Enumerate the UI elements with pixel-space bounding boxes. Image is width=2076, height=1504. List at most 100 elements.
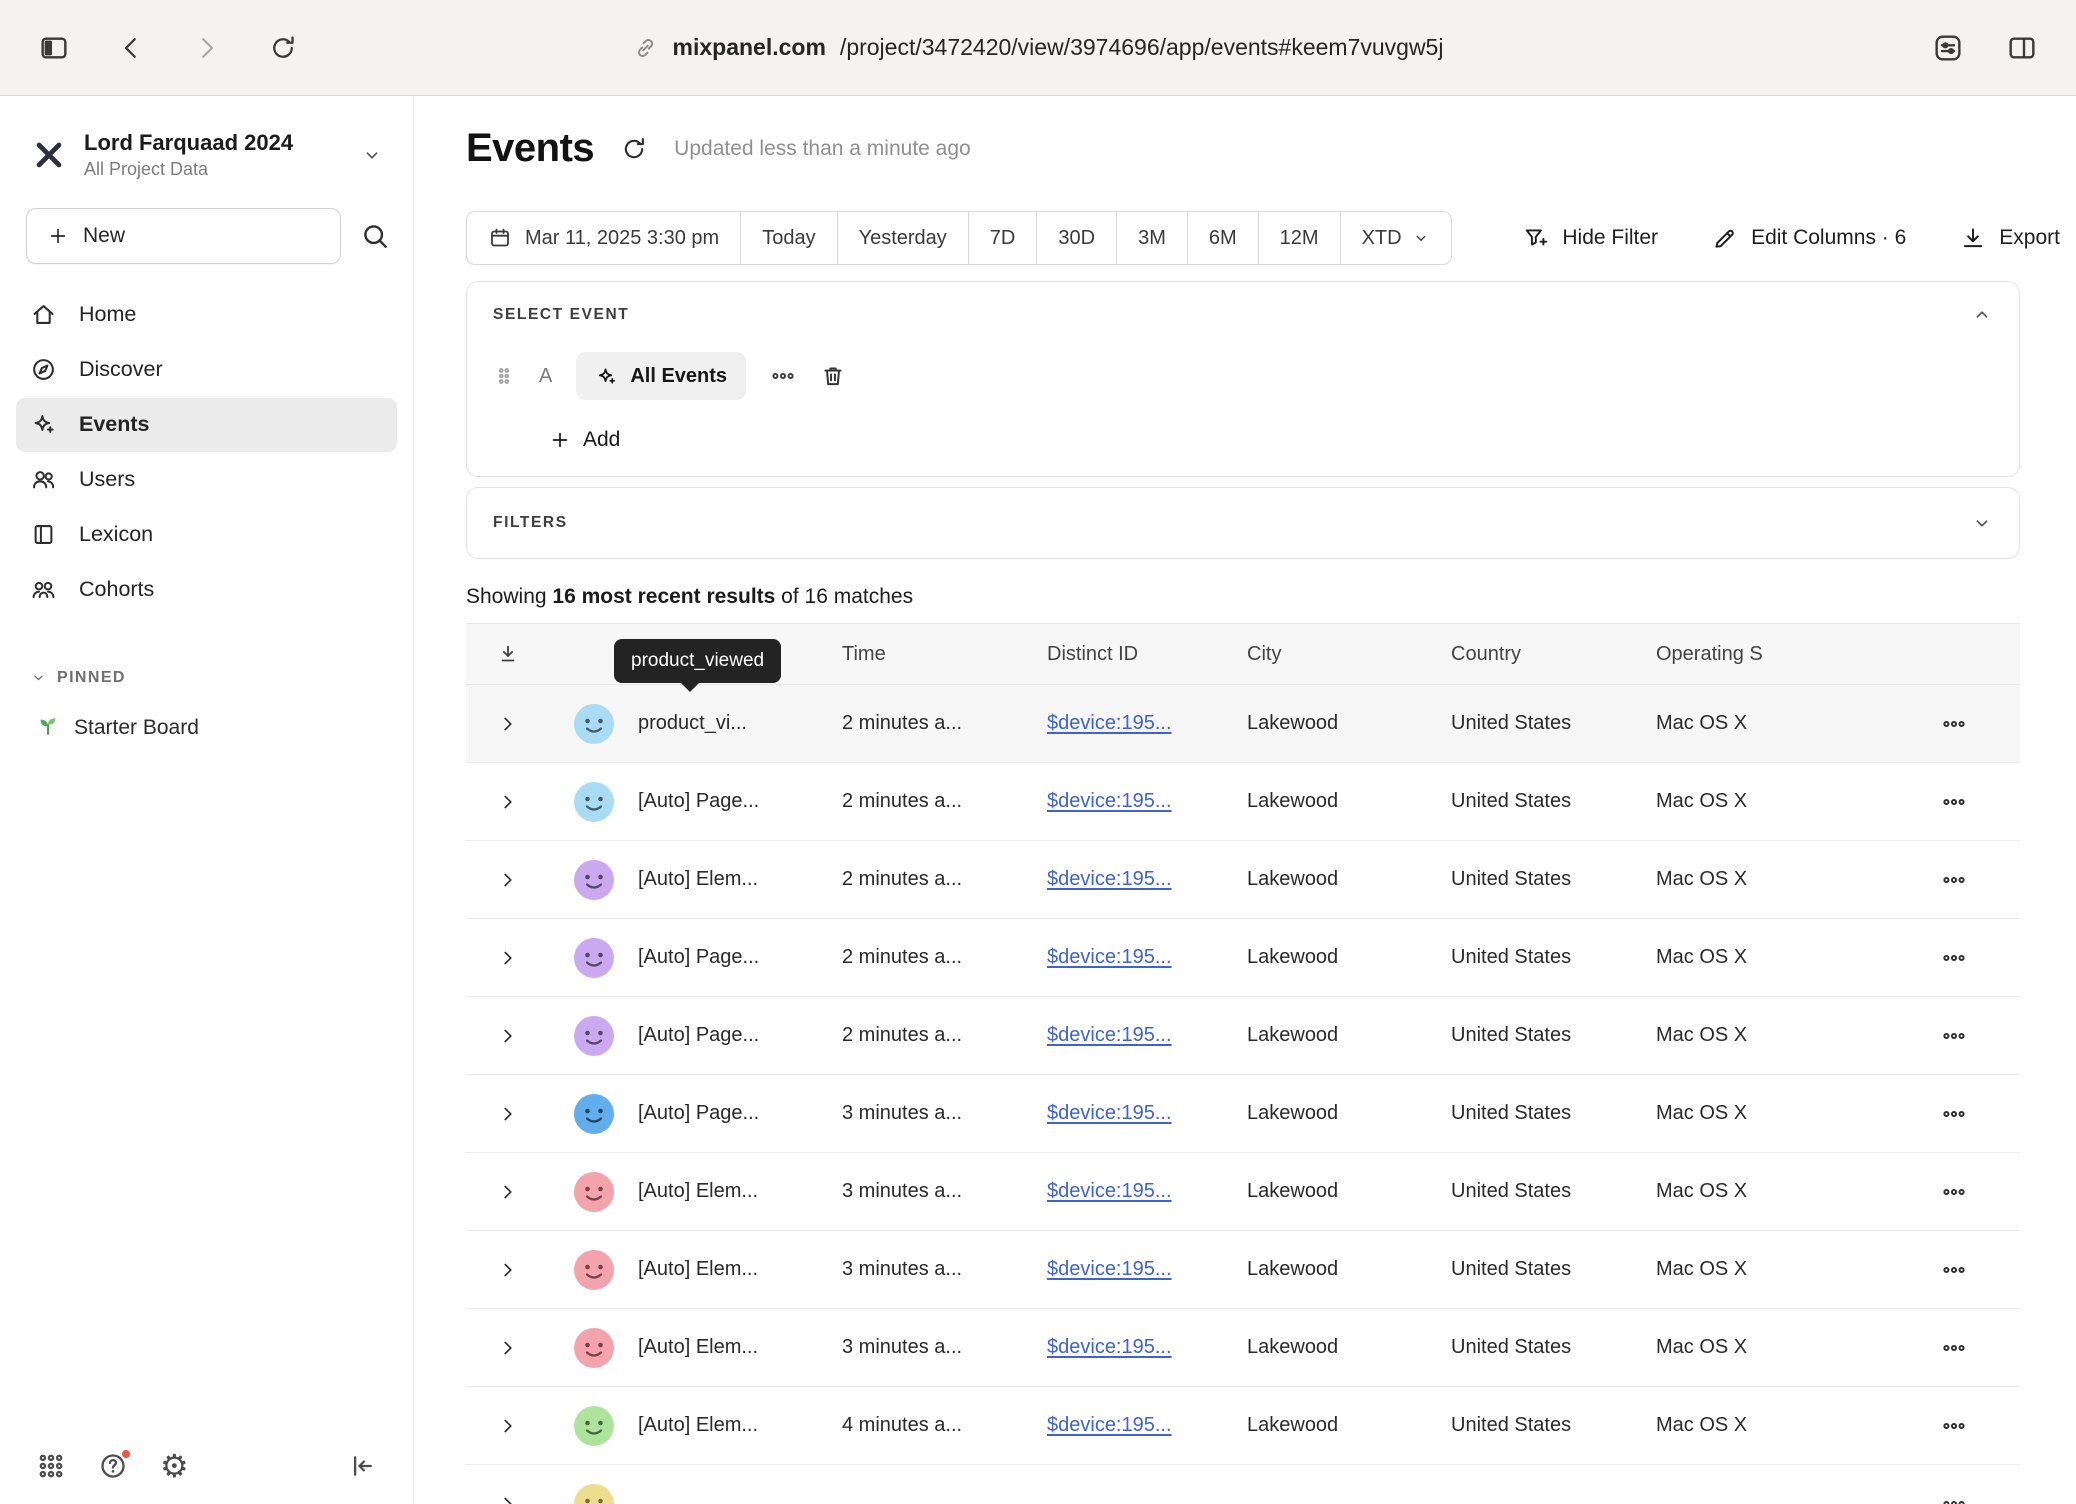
row-actions-icon[interactable] xyxy=(1888,1101,2020,1127)
filters-card[interactable]: FILTERS xyxy=(466,487,2020,559)
row-actions-icon[interactable] xyxy=(1888,1413,2020,1439)
country-cell: United States xyxy=(1451,868,1656,891)
distinct-id-link[interactable]: $device:195... xyxy=(1047,1024,1247,1047)
browser-sidebar-icon[interactable] xyxy=(38,32,70,64)
edit-columns-button[interactable]: Edit Columns · 6 xyxy=(1712,225,1906,251)
row-expander-icon[interactable] xyxy=(466,1415,550,1437)
page-settings-icon[interactable] xyxy=(1932,32,1964,64)
split-view-icon[interactable] xyxy=(2006,32,2038,64)
table-row[interactable] xyxy=(466,1465,2020,1504)
table-row[interactable]: [Auto] Elem... 3 minutes a... $device:19… xyxy=(466,1153,2020,1231)
new-button[interactable]: New xyxy=(26,208,341,264)
select-event-card: SELECT EVENT A All Events xyxy=(466,281,2020,477)
address-bar[interactable]: mixpanel.com/project/3472420/view/397469… xyxy=(633,34,1444,61)
event-name-cell: [Auto] Page... xyxy=(638,1024,842,1047)
sidebar-item-home[interactable]: Home xyxy=(16,288,397,342)
distinct-id-link[interactable]: $device:195... xyxy=(1047,712,1247,735)
distinct-id-link[interactable]: $device:195... xyxy=(1047,1102,1247,1125)
range-7d[interactable]: 7D xyxy=(968,211,1038,265)
hide-filter-button[interactable]: Hide Filter xyxy=(1523,225,1658,251)
add-event-button[interactable]: Add xyxy=(549,428,1993,452)
sidebar-item-lexicon[interactable]: Lexicon xyxy=(16,508,397,562)
row-expander-icon[interactable] xyxy=(466,1025,550,1047)
chevron-down-icon xyxy=(30,669,47,686)
pinned-item-starter-board[interactable]: Starter Board xyxy=(36,713,413,743)
row-expander-icon[interactable] xyxy=(466,1259,550,1281)
row-actions-icon[interactable] xyxy=(1888,945,2020,971)
reload-icon[interactable] xyxy=(268,33,298,63)
table-row[interactable]: [Auto] Page... 2 minutes a... $device:19… xyxy=(466,919,2020,997)
table-row[interactable]: [Auto] Elem... 3 minutes a... $device:19… xyxy=(466,1231,2020,1309)
export-button[interactable]: Export xyxy=(1960,225,2060,251)
table-row[interactable]: [Auto] Elem... 2 minutes a... $device:19… xyxy=(466,841,2020,919)
distinct-id-link[interactable]: $device:195... xyxy=(1047,1258,1247,1281)
help-icon[interactable] xyxy=(98,1451,128,1481)
distinct-id-link[interactable]: $device:195... xyxy=(1047,1336,1247,1359)
workspace-switcher[interactable]: Lord Farquaad 2024 All Project Data xyxy=(0,96,413,180)
collapse-sidebar-icon[interactable] xyxy=(347,1451,377,1481)
back-icon[interactable] xyxy=(116,33,146,63)
row-expander-icon[interactable] xyxy=(466,947,550,969)
new-button-label: New xyxy=(83,224,125,248)
distinct-id-link[interactable]: $device:195... xyxy=(1047,790,1247,813)
browser-toolbar: mixpanel.com/project/3472420/view/397469… xyxy=(0,0,2076,96)
row-expander-icon[interactable] xyxy=(466,1181,550,1203)
apps-grid-icon[interactable] xyxy=(36,1451,66,1481)
refresh-icon[interactable] xyxy=(620,135,648,163)
sidebar-item-cohorts[interactable]: Cohorts xyxy=(16,563,397,617)
forward-icon[interactable] xyxy=(192,33,222,63)
table-row[interactable]: [Auto] Elem... 3 minutes a... $device:19… xyxy=(466,1309,2020,1387)
book-icon xyxy=(30,521,57,548)
row-actions-icon[interactable] xyxy=(1888,1179,2020,1205)
range-xtd[interactable]: XTD xyxy=(1340,211,1452,265)
drag-handle-icon[interactable] xyxy=(493,365,515,387)
row-expander-icon[interactable] xyxy=(466,1337,550,1359)
row-expander-icon[interactable] xyxy=(466,1493,550,1504)
chevron-up-icon[interactable] xyxy=(1971,304,1993,326)
table-row[interactable]: [Auto] Page... 3 minutes a... $device:19… xyxy=(466,1075,2020,1153)
row-expander-icon[interactable] xyxy=(466,713,550,735)
row-actions-icon[interactable] xyxy=(1888,1335,2020,1361)
notification-badge xyxy=(120,1448,132,1460)
table-row[interactable]: [Auto] Page... 2 minutes a... $device:19… xyxy=(466,997,2020,1075)
row-actions-icon[interactable] xyxy=(1888,711,2020,737)
range-today[interactable]: Today xyxy=(740,211,837,265)
distinct-id-link[interactable]: $device:195... xyxy=(1047,946,1247,969)
filters-title: FILTERS xyxy=(493,514,568,532)
sidebar-item-users[interactable]: Users xyxy=(16,453,397,507)
range-12m[interactable]: 12M xyxy=(1258,211,1341,265)
search-icon[interactable] xyxy=(359,220,391,252)
country-cell: United States xyxy=(1451,712,1656,735)
distinct-id-link[interactable]: $device:195... xyxy=(1047,1414,1247,1437)
date-picker[interactable]: Mar 11, 2025 3:30 pm xyxy=(466,211,741,265)
sidebar-item-events[interactable]: Events xyxy=(16,398,397,452)
pinned-section-header[interactable]: PINNED xyxy=(30,669,413,687)
table-row[interactable]: [Auto] Page... 2 minutes a... $device:19… xyxy=(466,763,2020,841)
row-actions-icon[interactable] xyxy=(1888,867,2020,893)
event-selector-chip[interactable]: All Events xyxy=(576,352,746,400)
table-row[interactable]: [Auto] Elem... 4 minutes a... $device:19… xyxy=(466,1387,2020,1465)
row-actions-icon[interactable] xyxy=(1888,1491,2020,1504)
chevron-down-icon[interactable] xyxy=(1971,512,1993,534)
row-expander-icon[interactable] xyxy=(466,869,550,891)
distinct-id-link[interactable]: $device:195... xyxy=(1047,1180,1247,1203)
row-actions-icon[interactable] xyxy=(1888,789,2020,815)
row-expander-icon[interactable] xyxy=(466,791,550,813)
range-3m[interactable]: 3M xyxy=(1116,211,1188,265)
range-30d[interactable]: 30D xyxy=(1036,211,1117,265)
row-actions-icon[interactable] xyxy=(1888,1023,2020,1049)
range-yesterday[interactable]: Yesterday xyxy=(837,211,969,265)
gear-icon[interactable]: ⚙ xyxy=(160,1450,189,1482)
arrow-to-bottom-icon[interactable] xyxy=(466,642,550,666)
sidebar-item-discover[interactable]: Discover xyxy=(16,343,397,397)
trash-icon[interactable] xyxy=(820,363,846,389)
range-6m[interactable]: 6M xyxy=(1187,211,1259,265)
distinct-id-link[interactable]: $device:195... xyxy=(1047,868,1247,891)
plus-icon xyxy=(549,429,571,451)
table-row[interactable]: product_vi... 2 minutes a... $device:195… xyxy=(466,685,2020,763)
row-actions-icon[interactable] xyxy=(1888,1257,2020,1283)
row-expander-icon[interactable] xyxy=(466,1103,550,1125)
event-name-cell: [Auto] Page... xyxy=(638,946,842,969)
city-cell: Lakewood xyxy=(1247,712,1451,735)
more-options-icon[interactable] xyxy=(770,363,796,389)
